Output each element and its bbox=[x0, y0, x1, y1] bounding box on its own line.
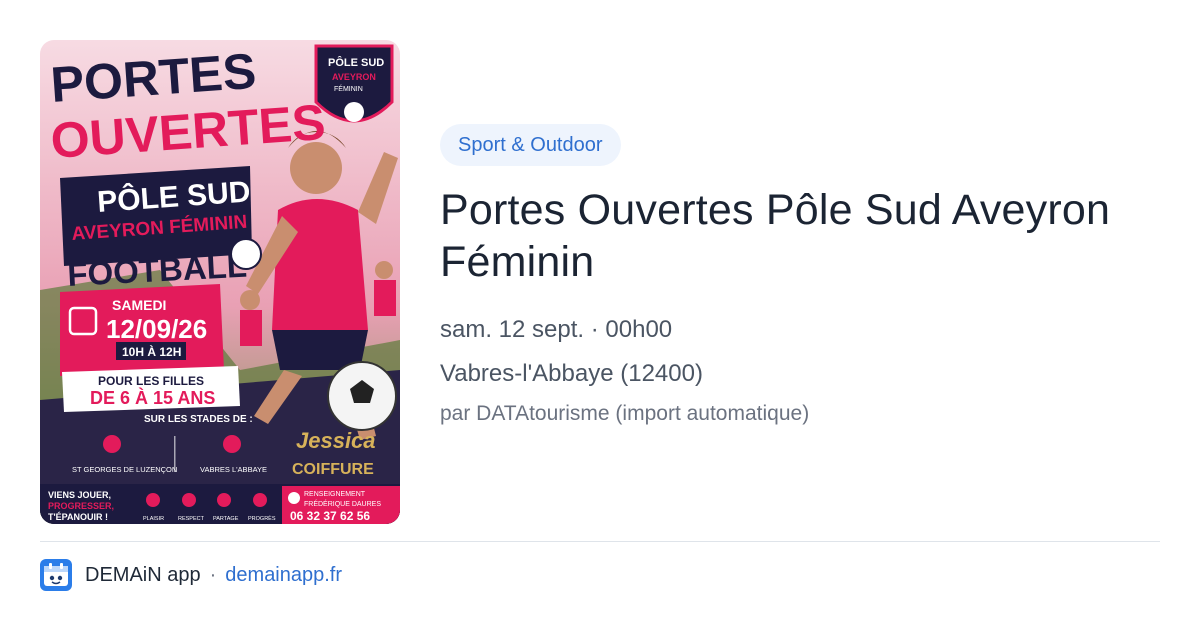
event-datetime: sam. 12 sept. · 00h00 bbox=[440, 316, 673, 343]
demain-app-logo-icon bbox=[40, 559, 72, 591]
poster-sponsor-name: Jessica bbox=[296, 428, 376, 453]
svg-text:RENSEIGNEMENT: RENSEIGNEMENT bbox=[304, 491, 366, 498]
poster-day: SAMEDI bbox=[112, 297, 166, 313]
event-poster-image[interactable]: PORTES OUVERTES PÔLE SUD AVEYRON FÉMININ… bbox=[40, 40, 400, 524]
poster-stadiums-label: SUR LES STADES DE : bbox=[144, 414, 253, 425]
svg-text:PLAISIR: PLAISIR bbox=[143, 516, 164, 522]
svg-text:06 32 37 62 56: 06 32 37 62 56 bbox=[290, 509, 370, 523]
svg-text:PROGRÈS: PROGRÈS bbox=[248, 515, 276, 522]
poster-slogan-2: PROGRESSER, bbox=[48, 501, 114, 511]
poster-hours: 10H À 12H bbox=[122, 344, 181, 359]
poster-stadium-2: VABRES L'ABBAYE bbox=[200, 465, 267, 474]
trophy-icon bbox=[146, 493, 160, 507]
app-name: DEMAiN app bbox=[85, 563, 201, 586]
event-info: Sport & Outdoor Portes Ouvertes Pôle Sud… bbox=[440, 124, 1160, 426]
svg-text:AVEYRON: AVEYRON bbox=[332, 72, 376, 82]
club-badge-logo: PÔLE SUD AVEYRON FÉMININ bbox=[314, 44, 394, 123]
football-icon bbox=[327, 361, 397, 431]
poster-audience-line2: DE 6 À 15 ANS bbox=[90, 387, 215, 408]
poster-slogan-1: VIENS JOUER, bbox=[48, 490, 111, 500]
app-domain-link[interactable]: demainapp.fr bbox=[225, 564, 342, 587]
poster-sponsor-brand: COIFFURE bbox=[292, 461, 374, 478]
footer: DEMAiN app · demainapp.fr bbox=[40, 558, 342, 592]
category-badge[interactable]: Sport & Outdoor bbox=[440, 124, 621, 166]
phone-icon bbox=[288, 492, 300, 504]
svg-text:PARTAGE: PARTAGE bbox=[213, 516, 239, 522]
svg-text:RESPECT: RESPECT bbox=[178, 516, 205, 522]
group-icon bbox=[217, 493, 231, 507]
svg-text:PÔLE SUD: PÔLE SUD bbox=[328, 56, 384, 69]
event-title[interactable]: Portes Ouvertes Pôle Sud Aveyron Féminin bbox=[440, 184, 1160, 288]
svg-text:FÉMININ: FÉMININ bbox=[334, 84, 363, 93]
poster-stadium-1: ST GEORGES DE LUZENÇON bbox=[72, 465, 177, 474]
cup-icon bbox=[253, 493, 267, 507]
poster-slogan-3: T'ÉPANOUIR ! bbox=[48, 512, 108, 522]
map-pin-icon bbox=[223, 435, 241, 453]
footer-divider bbox=[40, 541, 1160, 542]
poster-date: 12/09/26 bbox=[106, 314, 207, 344]
svg-text:FRÉDÉRIQUE DAURES: FRÉDÉRIQUE DAURES bbox=[304, 499, 381, 508]
map-pin-icon bbox=[103, 435, 121, 453]
footer-separator: · bbox=[209, 563, 217, 586]
event-source: par DATAtourisme (import automatique) bbox=[440, 402, 810, 425]
poster-audience-line1: POUR LES FILLES bbox=[98, 374, 204, 388]
small-ball-icon bbox=[230, 238, 262, 270]
event-location: Vabres-l'Abbaye (12400) bbox=[440, 360, 703, 387]
heart-icon bbox=[182, 493, 196, 507]
